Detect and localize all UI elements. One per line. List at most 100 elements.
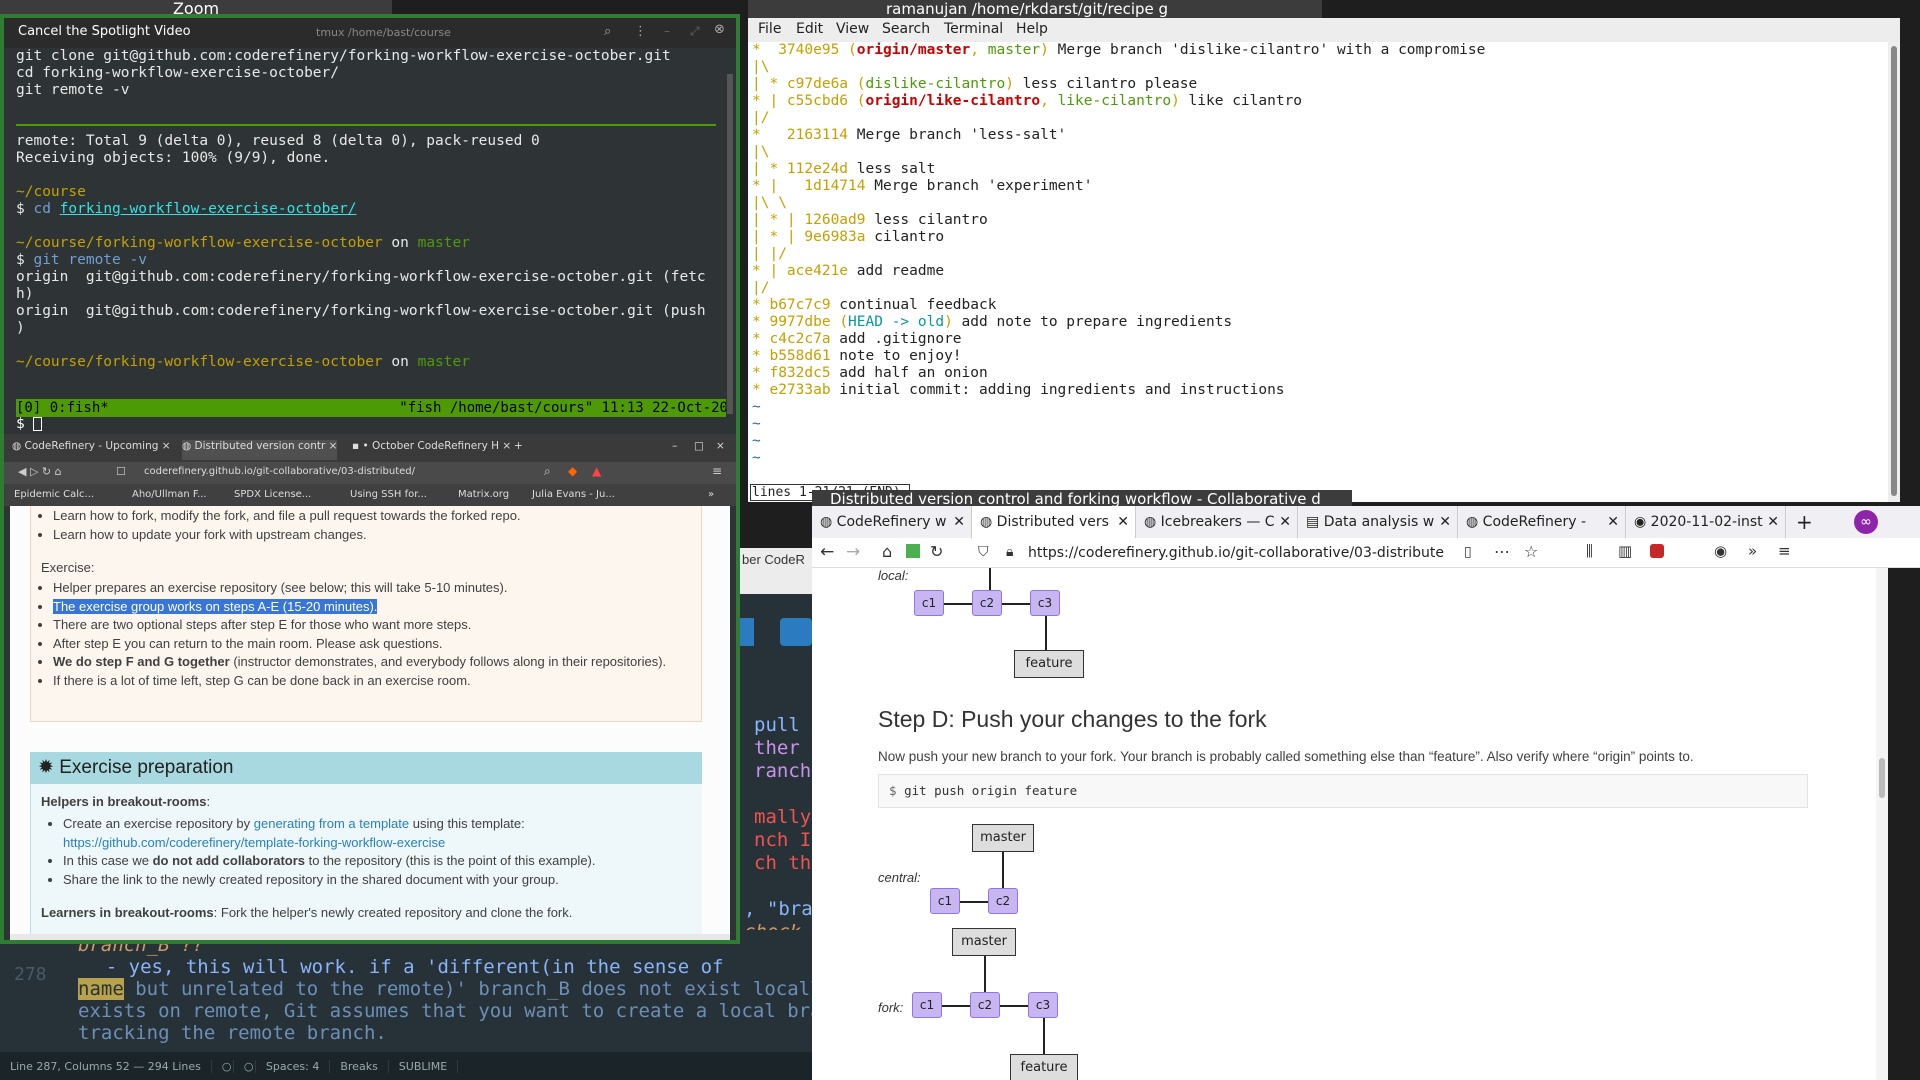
minimize-icon[interactable]: – bbox=[672, 440, 677, 460]
lock-icon[interactable]: 🔒︎ bbox=[1006, 544, 1013, 560]
bookmark-icon[interactable]: ☐ bbox=[116, 465, 126, 478]
bookmarks-bar: Epidemic Calc... Aho/Ullman F... SPDX Li… bbox=[4, 484, 736, 506]
code-line[interactable]: tracking the remote branch. bbox=[78, 1022, 387, 1044]
terminal-title: tmux /home/bast/course bbox=[316, 26, 451, 39]
sidebar-icon[interactable]: ▥ bbox=[1618, 542, 1632, 560]
more-icon[interactable]: ⋯ bbox=[1494, 542, 1510, 561]
feature-branch-box: feature bbox=[1014, 650, 1084, 678]
private-browsing-icon[interactable]: ∞ bbox=[1854, 510, 1878, 534]
template-link[interactable]: generating from a template bbox=[254, 816, 409, 831]
menu-edit[interactable]: Edit bbox=[796, 21, 823, 37]
ublock-icon[interactable] bbox=[1650, 544, 1664, 558]
tab-distributed[interactable]: ◍ Distributed vers ✕ bbox=[972, 506, 1136, 538]
extensions-overflow-icon[interactable]: » bbox=[1748, 542, 1757, 560]
tab-data-analysis[interactable]: ▤ Data analysis w ✕ bbox=[1298, 506, 1458, 538]
reader-icon[interactable]: ▯ bbox=[1464, 544, 1472, 560]
search-icon[interactable]: ⌕ bbox=[604, 24, 611, 39]
terminal-output[interactable]: git clone git@github.com:coderefinery/fo… bbox=[4, 48, 728, 433]
syntax[interactable]: SUBLIME bbox=[389, 1059, 459, 1073]
terminal-titlebar[interactable]: Cancel the Spotlight Video tmux /home/ba… bbox=[4, 18, 736, 48]
menu-icon[interactable]: ≡ bbox=[712, 464, 722, 478]
search-highlight: name bbox=[78, 978, 124, 1000]
maximize-icon[interactable]: □ bbox=[694, 440, 704, 460]
users-icon[interactable] bbox=[780, 618, 812, 646]
new-tab-button[interactable]: + bbox=[1788, 506, 1824, 538]
line-number: 278 bbox=[14, 964, 47, 985]
line-endings[interactable]: Breaks bbox=[330, 1059, 389, 1073]
tab-distributed[interactable]: ◍ Distributed version contr × bbox=[182, 440, 338, 460]
tab-icebreakers[interactable]: ◍ Icebreakers — C ✕ bbox=[1136, 506, 1298, 538]
menu-view[interactable]: View bbox=[836, 21, 869, 37]
fork-master-box: master bbox=[952, 928, 1016, 956]
shield-icon[interactable]: ⛉ bbox=[978, 544, 989, 560]
menu-terminal[interactable]: Terminal bbox=[944, 21, 1003, 37]
tab-coderefinery[interactable]: ◍ CodeRefinery w ✕ bbox=[812, 506, 972, 538]
bookmark-item[interactable]: SPDX License... bbox=[234, 489, 311, 500]
circle-icon[interactable]: ○ bbox=[212, 1059, 234, 1073]
code-line[interactable]: - yes, this will work. if a 'different(i… bbox=[60, 956, 724, 978]
bookmark-item[interactable]: Julia Evans - Ju... bbox=[532, 489, 615, 500]
code-block[interactable]: $ git push origin feature bbox=[878, 774, 1808, 808]
commit-c1: c1 bbox=[930, 888, 960, 914]
brave-shield-icon[interactable]: ◆ bbox=[568, 464, 577, 478]
bookmark-item[interactable]: Matrix.org bbox=[458, 489, 509, 500]
search-icon[interactable]: ⌕ bbox=[544, 464, 551, 479]
terminal-scrollbar[interactable] bbox=[1888, 42, 1900, 502]
minimize-icon[interactable]: – bbox=[664, 24, 670, 38]
star-icon[interactable]: ☆ bbox=[1524, 542, 1538, 561]
horizontal-scrollbar[interactable] bbox=[10, 934, 730, 940]
firefox-scrollbar[interactable] bbox=[1876, 568, 1888, 1080]
code-line[interactable]: exists on remote, Git assumes that you w… bbox=[78, 1000, 812, 1022]
close-icon[interactable]: ⊗ bbox=[714, 22, 725, 37]
arrow bbox=[1043, 1018, 1045, 1054]
menu-help[interactable]: Help bbox=[1016, 21, 1048, 37]
terminal-window-title[interactable]: ramanujan /home/rkdarst/git/recipe g bbox=[748, 0, 1322, 18]
terminal-menubar: File Edit View Search Terminal Help bbox=[748, 18, 1900, 42]
menu-file[interactable]: File bbox=[758, 21, 781, 37]
url-bar[interactable]: coderefinery.github.io/git-collaborative… bbox=[144, 466, 415, 477]
menu-search[interactable]: Search bbox=[882, 21, 930, 37]
firefox-page[interactable]: local: c1 c2 c3 feature Step D: Push you… bbox=[812, 568, 1876, 1080]
bookmark-item[interactable]: Epidemic Calc... bbox=[14, 489, 94, 500]
inner-browser-page[interactable]: Learn how to fork, modify the fork, and … bbox=[10, 506, 730, 940]
back-icon[interactable]: ← bbox=[820, 542, 834, 562]
arrow bbox=[1045, 616, 1047, 650]
tab-october[interactable]: ▪ • October CodeRefinery H × bbox=[352, 440, 511, 460]
bookmark-item[interactable]: Using SSH for... bbox=[350, 489, 427, 500]
forward-icon[interactable]: → bbox=[846, 542, 860, 562]
rewards-icon[interactable]: ▲ bbox=[592, 464, 601, 478]
code-line: check bbox=[744, 921, 801, 930]
back-icon[interactable]: ◀ ▷ ↻ ⌂ bbox=[18, 465, 62, 478]
account-icon[interactable]: ◉ bbox=[1714, 542, 1727, 560]
commit-c2: c2 bbox=[972, 590, 1002, 616]
circle-icon[interactable]: ○ bbox=[234, 1059, 256, 1073]
new-tab-button[interactable]: + bbox=[514, 440, 523, 460]
selected-text[interactable]: The exercise group works on steps A-E (1… bbox=[53, 598, 378, 614]
cancel-spotlight-button[interactable]: Cancel the Spotlight Video bbox=[18, 24, 191, 39]
close-icon[interactable]: × bbox=[716, 440, 725, 460]
url-bar[interactable]: https://coderefinery.github.io/git-colla… bbox=[1028, 545, 1444, 561]
git-log-line: | * 112e24d less salt bbox=[752, 161, 936, 177]
git-log-line: * | ace421e add readme bbox=[752, 263, 945, 279]
tab-upcoming[interactable]: ◍ CodeRefinery - Upcoming × bbox=[12, 440, 171, 460]
shell-prompt[interactable]: $ bbox=[16, 416, 43, 432]
more-bookmarks-icon[interactable]: » bbox=[708, 489, 714, 500]
indentation[interactable]: Spaces: 4 bbox=[256, 1059, 331, 1073]
code-line[interactable]: name but unrelated to the remote)' branc… bbox=[78, 978, 812, 1000]
menu-icon[interactable]: ≡ bbox=[1778, 542, 1791, 560]
commit-c1: c1 bbox=[914, 590, 944, 616]
git-log-line: * e2733ab initial commit: adding ingredi… bbox=[752, 382, 1285, 398]
bookmark-item[interactable]: Aho/Ullman F... bbox=[132, 489, 207, 500]
extension-icon[interactable] bbox=[906, 544, 920, 558]
terminal-scrollbar[interactable] bbox=[726, 54, 734, 434]
tab-coderefinery-2[interactable]: ◍ CodeRefinery - ✕ bbox=[1458, 506, 1626, 538]
maximize-icon[interactable]: ⤢ bbox=[690, 24, 700, 39]
git-log-output[interactable]: * 3740e95 (origin/master, master) Merge … bbox=[748, 42, 1900, 502]
template-url-link[interactable]: https://github.com/coderefinery/template… bbox=[63, 835, 445, 850]
tab-github[interactable]: ◉ 2020-11-02-inst ✕ bbox=[1626, 506, 1786, 538]
commit-c3: c3 bbox=[1028, 992, 1058, 1018]
reload-icon[interactable]: ↻ bbox=[930, 542, 943, 561]
home-icon[interactable]: ⌂ bbox=[882, 542, 892, 561]
library-icon[interactable]: ⫼ bbox=[1586, 542, 1593, 560]
menu-icon[interactable]: ⋮ bbox=[634, 24, 647, 39]
